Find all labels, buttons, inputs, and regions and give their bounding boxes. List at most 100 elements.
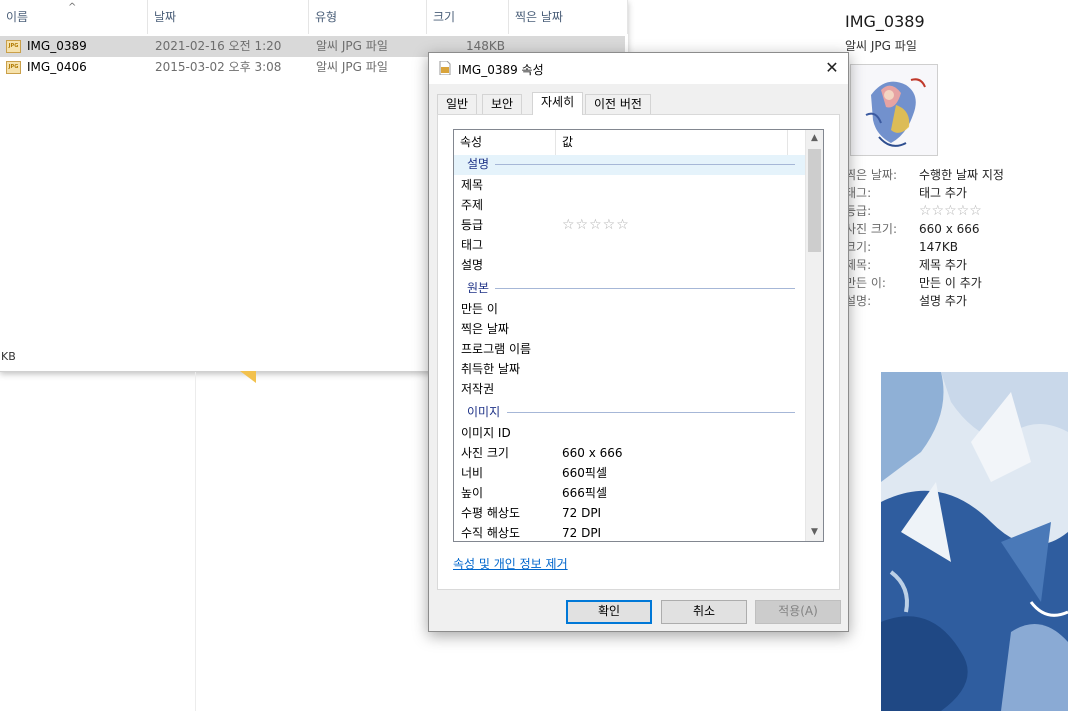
property-rows: 설명 제목 주제 등급 ☆☆☆☆☆ 태그 설명 원본 만든 이 찍은 날짜 프로그… <box>454 155 805 541</box>
property-row[interactable]: 찍은 날짜 <box>454 319 805 339</box>
details-tab-panel: 속성 값 설명 제목 주제 등급 ☆☆☆☆☆ 태그 설명 원본 만든 이 찍은 날… <box>437 114 840 590</box>
pane-divider <box>195 372 196 711</box>
tab-details[interactable]: 자세히 <box>532 92 584 115</box>
header-property-label: 속성 <box>460 135 483 149</box>
property-key: 이미지 ID <box>461 426 511 440</box>
property-key: 취득한 날짜 <box>461 362 521 376</box>
details-value[interactable]: 제목 추가 <box>919 256 967 274</box>
group-image[interactable]: 이미지 <box>454 403 805 423</box>
property-row[interactable]: 프로그램 이름 <box>454 339 805 359</box>
jpg-file-icon: JPG <box>6 40 21 53</box>
property-row[interactable]: 높이 666픽셀 <box>454 483 805 503</box>
dialog-title-bar[interactable]: IMG_0389 속성 ✕ <box>429 53 848 84</box>
group-divider <box>495 164 795 165</box>
sort-ascending-icon: ^ <box>68 2 77 13</box>
property-row[interactable]: 등급 ☆☆☆☆☆ <box>454 215 805 235</box>
property-key: 설명 <box>461 258 484 272</box>
header-property[interactable]: 속성 <box>454 130 556 155</box>
details-key: 만든 이: <box>845 276 886 290</box>
property-value: 72 DPI <box>562 526 602 540</box>
tab-label: 자세히 <box>541 95 575 109</box>
file-name: IMG_0389 <box>27 39 87 53</box>
details-pane: IMG_0389 알씨 JPG 파일 찍은 날짜: 수행한 날짜 지정 태그: … <box>822 0 1068 372</box>
folder-icon <box>240 371 256 383</box>
image-thumbnail <box>850 64 938 156</box>
property-key: 수직 해상도 <box>461 526 521 540</box>
property-row[interactable]: 태그 <box>454 235 805 255</box>
scroll-up-arrow-icon[interactable]: ▲ <box>806 130 823 147</box>
details-value[interactable]: 수행한 날짜 지정 <box>919 166 1004 184</box>
column-header-date-taken-label: 찍은 날짜 <box>515 10 563 24</box>
status-bar-size-text: KB <box>1 350 16 363</box>
property-list[interactable]: 속성 값 설명 제목 주제 등급 ☆☆☆☆☆ 태그 설명 원본 만든 이 찍은 날… <box>453 129 824 542</box>
image-preview-large <box>881 372 1068 711</box>
property-key: 태그 <box>461 238 484 252</box>
details-file-name: IMG_0389 <box>845 12 925 31</box>
property-row[interactable]: 이미지 ID <box>454 423 805 443</box>
details-value[interactable]: 만든 이 추가 <box>919 274 982 292</box>
group-divider <box>507 412 795 413</box>
column-header-size-label: 크기 <box>433 10 456 24</box>
property-row[interactable]: 만든 이 <box>454 299 805 319</box>
property-key: 프로그램 이름 <box>461 342 532 356</box>
column-header-type-label: 유형 <box>315 10 338 24</box>
property-row[interactable]: 너비 660픽셀 <box>454 463 805 483</box>
property-key: 높이 <box>461 486 484 500</box>
scroll-down-arrow-icon[interactable]: ▼ <box>806 524 823 541</box>
property-value: 660픽셀 <box>562 466 607 480</box>
property-row[interactable]: 설명 <box>454 255 805 275</box>
property-row[interactable]: 저작권 <box>454 379 805 399</box>
column-header-type[interactable]: 유형 <box>309 0 427 34</box>
tab-general[interactable]: 일반 <box>437 94 478 114</box>
properties-dialog: IMG_0389 속성 ✕ 일반 보안 자세히 이전 버전 속성 값 설명 제목… <box>428 52 849 632</box>
property-key: 제목 <box>461 178 484 192</box>
property-key: 주제 <box>461 198 484 212</box>
tab-previous-versions[interactable]: 이전 버전 <box>585 94 651 114</box>
details-value[interactable]: 설명 추가 <box>919 292 967 310</box>
vertical-scrollbar[interactable]: ▲ ▼ <box>805 130 823 541</box>
column-header-bar: 이름 ^ 날짜 유형 크기 찍은 날짜 <box>0 0 628 34</box>
property-row[interactable]: 수평 해상도 72 DPI <box>454 503 805 523</box>
preview-illustration <box>881 372 1068 711</box>
property-key: 찍은 날짜 <box>461 322 509 336</box>
property-key: 너비 <box>461 466 484 480</box>
group-label: 원본 <box>467 281 490 295</box>
ok-button[interactable]: 확인 <box>566 600 652 624</box>
property-row[interactable]: 제목 <box>454 175 805 195</box>
property-key: 수평 해상도 <box>461 506 521 520</box>
property-value: 72 DPI <box>562 506 602 520</box>
column-header-date-label: 날짜 <box>154 10 177 24</box>
tab-security[interactable]: 보안 <box>482 94 523 114</box>
property-row[interactable]: 사진 크기 660 x 666 <box>454 443 805 463</box>
close-icon: ✕ <box>825 58 839 77</box>
details-key: 찍은 날짜: <box>845 168 898 182</box>
details-file-type: 알씨 JPG 파일 <box>845 39 917 53</box>
tab-label: 일반 <box>446 97 469 111</box>
close-button[interactable]: ✕ <box>816 53 848 84</box>
property-key: 등급 <box>461 218 484 232</box>
column-header-size[interactable]: 크기 <box>427 0 509 34</box>
cancel-button[interactable]: 취소 <box>661 600 747 624</box>
column-header-name-label: 이름 <box>6 10 29 24</box>
details-value[interactable]: 태그 추가 <box>919 184 967 202</box>
tab-label: 보안 <box>491 97 514 111</box>
rating-stars-icon[interactable]: ☆☆☆☆☆ <box>562 215 630 235</box>
property-row[interactable]: 주제 <box>454 195 805 215</box>
property-key: 만든 이 <box>461 302 498 316</box>
remove-properties-link[interactable]: 속성 및 개인 정보 제거 <box>453 555 568 572</box>
property-row[interactable]: 수직 해상도 72 DPI <box>454 523 805 541</box>
thumbnail-illustration <box>851 65 937 155</box>
group-origin[interactable]: 원본 <box>454 279 805 299</box>
group-label: 설명 <box>467 157 490 171</box>
scrollbar-thumb[interactable] <box>808 149 821 252</box>
column-header-date-taken[interactable]: 찍은 날짜 <box>509 0 628 34</box>
property-row[interactable]: 취득한 날짜 <box>454 359 805 379</box>
column-header-date[interactable]: 날짜 <box>148 0 309 34</box>
apply-button[interactable]: 적용(A) <box>755 600 841 624</box>
property-list-header: 속성 값 <box>454 130 805 155</box>
group-description[interactable]: 설명 <box>454 155 805 175</box>
header-value-label: 값 <box>562 135 574 149</box>
property-key: 저작권 <box>461 382 495 396</box>
rating-stars-icon[interactable]: ☆☆☆☆☆ <box>919 202 982 220</box>
header-value[interactable]: 값 <box>556 130 788 155</box>
